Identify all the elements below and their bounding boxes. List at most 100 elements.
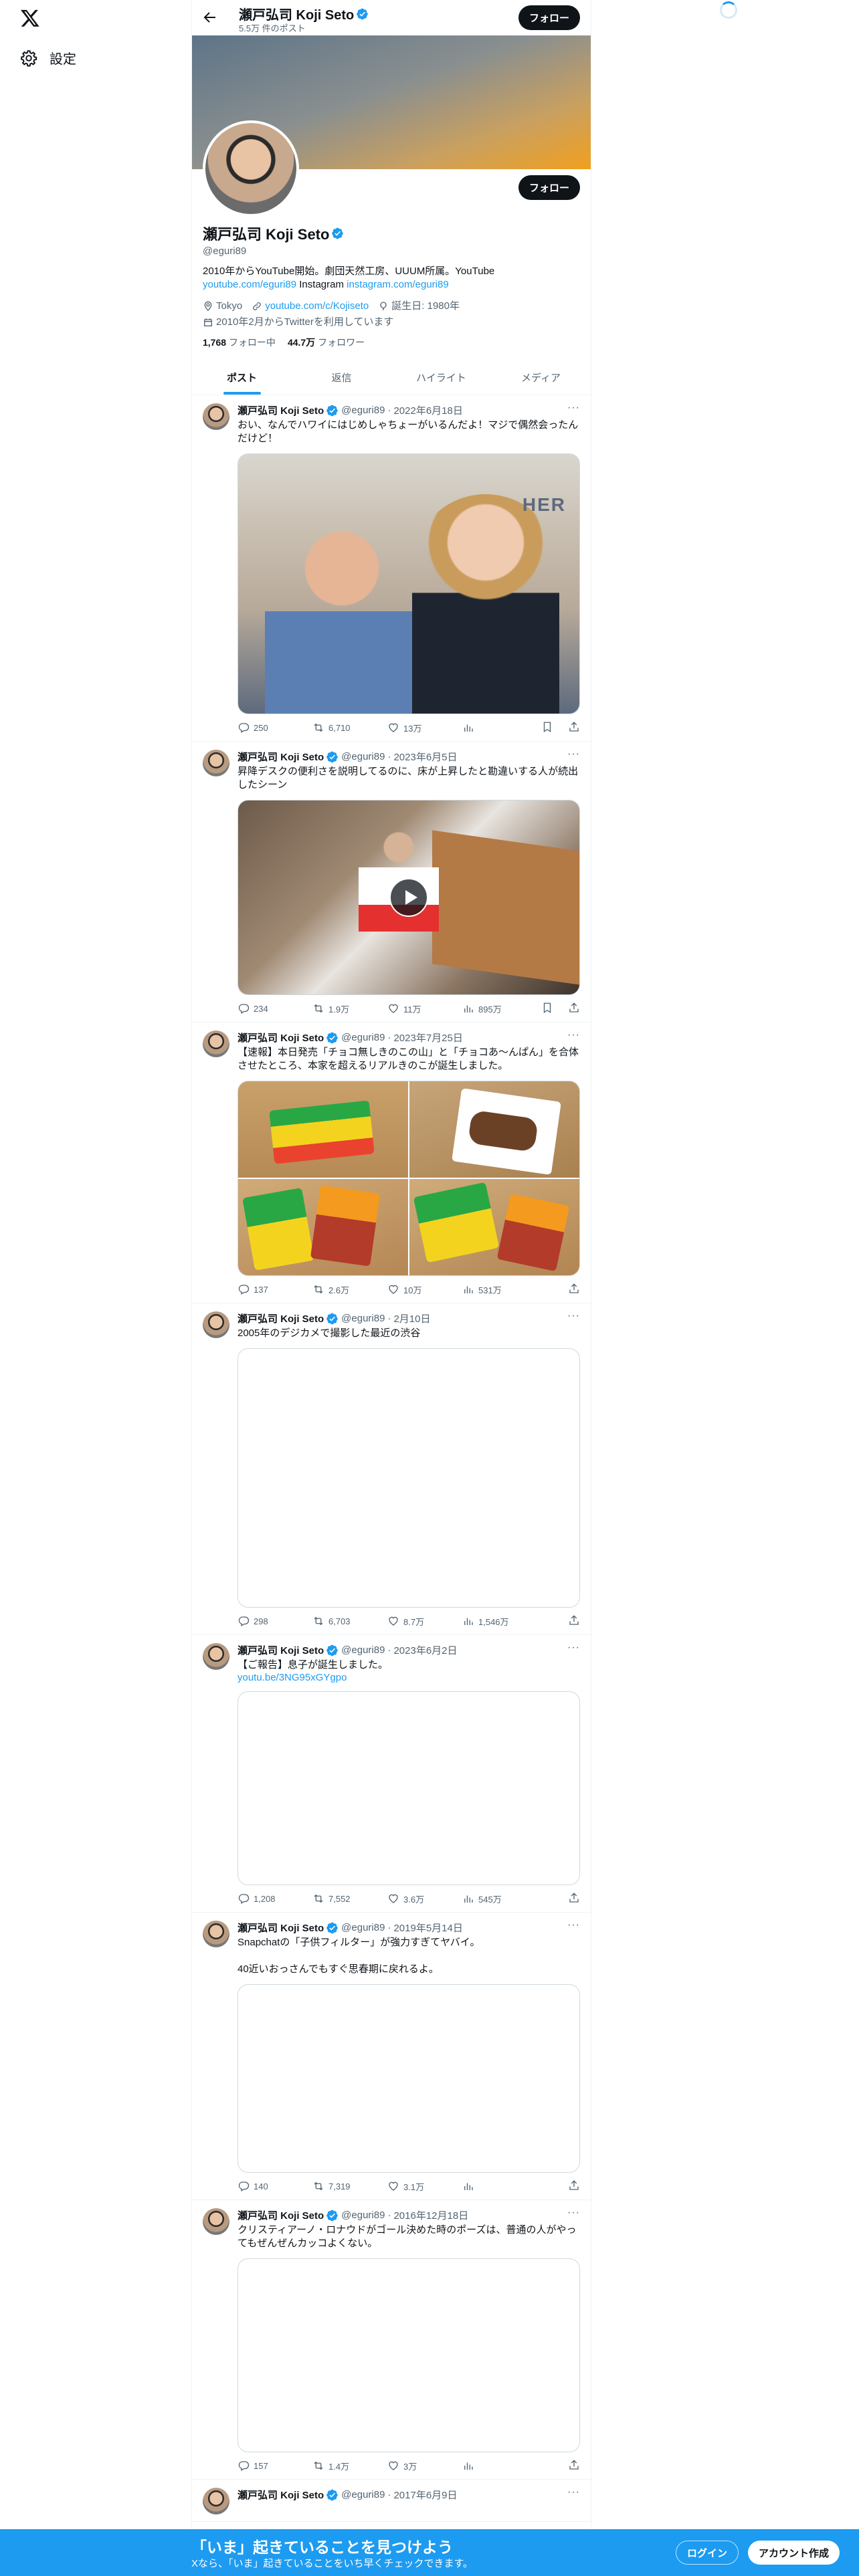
tweet-avatar[interactable] xyxy=(203,750,229,776)
tweet-photo[interactable] xyxy=(409,1179,579,1275)
tweet-date[interactable]: 2023年6月2日 xyxy=(393,1643,457,1657)
bookmark-button[interactable] xyxy=(541,721,553,735)
more-options-icon[interactable]: ··· xyxy=(567,2207,580,2219)
tweet-author-handle[interactable]: @eguri89 xyxy=(341,1313,385,1324)
retweet-button[interactable]: 6,703 xyxy=(312,1615,387,1627)
tweet-author-name[interactable]: 瀬戸弘司 Koji Seto xyxy=(237,2208,324,2222)
like-button[interactable]: 3万 xyxy=(387,2460,462,2472)
tweet-date[interactable]: 2019年5月14日 xyxy=(393,1921,462,1935)
retweet-button[interactable]: 2.6万 xyxy=(312,1283,387,1296)
bio-youtube-link[interactable]: youtube.com/eguri89 xyxy=(203,279,296,290)
bookmark-button[interactable] xyxy=(541,1002,553,1016)
tweet-link[interactable]: youtu.be/3NG95xGYgpo xyxy=(237,1672,580,1683)
more-options-icon[interactable]: ··· xyxy=(567,402,580,414)
more-options-icon[interactable]: ··· xyxy=(567,1029,580,1041)
tweet-author-handle[interactable]: @eguri89 xyxy=(341,1644,385,1656)
website-link[interactable]: youtube.com/c/Kojiseto xyxy=(265,300,369,313)
tweet-date[interactable]: 2023年6月5日 xyxy=(393,750,457,764)
tweet[interactable]: 瀬戸弘司 Koji Seto @eguri89 · 2019年5月14日 Snapcha… xyxy=(192,1913,591,2200)
tweet-author-handle[interactable]: @eguri89 xyxy=(341,2210,385,2221)
more-options-icon[interactable]: ··· xyxy=(567,1919,580,1931)
tweet-avatar[interactable] xyxy=(203,1643,229,1670)
more-options-icon[interactable]: ··· xyxy=(567,2486,580,2498)
tweet-author-name[interactable]: 瀬戸弘司 Koji Seto xyxy=(237,403,324,417)
tweet-author-handle[interactable]: @eguri89 xyxy=(341,1032,385,1043)
profile-avatar[interactable] xyxy=(203,120,299,217)
like-button[interactable]: 13万 xyxy=(387,722,462,734)
tweet-author-handle[interactable]: @eguri89 xyxy=(341,751,385,762)
like-button[interactable]: 3.6万 xyxy=(387,1893,462,1905)
views-button[interactable] xyxy=(462,722,537,734)
retweet-button[interactable]: 6,710 xyxy=(312,722,387,734)
tweet[interactable]: 瀬戸弘司 Koji Seto @eguri89 · 2023年6月2日 【ご報告】息子が… xyxy=(192,1635,591,1913)
tweet-avatar[interactable] xyxy=(203,403,229,430)
reply-button[interactable]: 140 xyxy=(237,2180,312,2192)
tweet-author-name[interactable]: 瀬戸弘司 Koji Seto xyxy=(237,1643,324,1657)
share-button[interactable] xyxy=(568,1892,580,1906)
more-options-icon[interactable]: ··· xyxy=(567,1310,580,1322)
tweet-author-name[interactable]: 瀬戸弘司 Koji Seto xyxy=(237,750,324,764)
views-button[interactable] xyxy=(462,2460,537,2472)
tweet-photo[interactable] xyxy=(238,1179,408,1275)
tweet-author-handle[interactable]: @eguri89 xyxy=(341,2489,385,2500)
tweet[interactable]: 瀬戸弘司 Koji Seto @eguri89 · 2023年7月25日 【速報】本日発… xyxy=(192,1023,591,1303)
topbar-follow-button[interactable]: フォロー xyxy=(518,5,580,30)
following-stat[interactable]: 1,768 フォロー中 xyxy=(203,336,276,349)
tweet[interactable]: 瀬戸弘司 Koji Seto @eguri89 · 2月10日 2005年のデジカメで撮… xyxy=(192,1303,591,1635)
bio-instagram-link[interactable]: instagram.com/eguri89 xyxy=(347,279,449,290)
profile-follow-button[interactable]: フォロー xyxy=(518,175,580,200)
tweet-date[interactable]: 2023年7月25日 xyxy=(393,1031,462,1045)
tab-media[interactable]: メディア xyxy=(491,360,591,395)
tweet-date[interactable]: 2017年6月9日 xyxy=(393,2488,457,2502)
retweet-button[interactable]: 1.4万 xyxy=(312,2460,387,2472)
share-button[interactable] xyxy=(568,1002,580,1016)
tweet[interactable]: 瀬戸弘司 Koji Seto @eguri89 · 2022年6月18日 おい、なんでハ… xyxy=(192,395,591,742)
followers-stat[interactable]: 44.7万 フォロワー xyxy=(288,336,365,349)
like-button[interactable]: 10万 xyxy=(387,1283,462,1296)
tab-posts[interactable]: ポスト xyxy=(192,360,292,395)
share-button[interactable] xyxy=(568,721,580,735)
share-button[interactable] xyxy=(568,1614,580,1628)
tweet[interactable]: 瀬戸弘司 Koji Seto @eguri89 · 2017年6月9日 ··· xyxy=(192,2480,591,2522)
tweet-date[interactable]: 2022年6月18日 xyxy=(393,403,462,417)
views-button[interactable]: 545万 xyxy=(462,1893,537,1905)
more-options-icon[interactable]: ··· xyxy=(567,748,580,760)
tweet-avatar[interactable] xyxy=(203,2208,229,2235)
tweet-photo[interactable] xyxy=(238,1081,408,1178)
retweet-button[interactable]: 7,319 xyxy=(312,2180,387,2192)
tweet-author-name[interactable]: 瀬戸弘司 Koji Seto xyxy=(237,1311,324,1325)
tweet-video[interactable] xyxy=(237,1984,580,2173)
reply-button[interactable]: 1,208 xyxy=(237,1893,312,1905)
x-logo-icon[interactable] xyxy=(20,8,40,28)
login-button[interactable]: ログイン xyxy=(676,2541,739,2565)
tweet-author-name[interactable]: 瀬戸弘司 Koji Seto xyxy=(237,1031,324,1045)
tweet-avatar[interactable] xyxy=(203,1031,229,1057)
like-button[interactable]: 8.7万 xyxy=(387,1615,462,1628)
reply-button[interactable]: 298 xyxy=(237,1615,312,1627)
more-options-icon[interactable]: ··· xyxy=(567,1642,580,1654)
tweet-photo[interactable] xyxy=(409,1081,579,1178)
tweet-author-handle[interactable]: @eguri89 xyxy=(341,405,385,416)
tweet-video[interactable] xyxy=(237,1348,580,1608)
back-arrow-icon[interactable] xyxy=(201,9,217,25)
like-button[interactable]: 11万 xyxy=(387,1002,462,1015)
reply-button[interactable]: 157 xyxy=(237,2460,312,2472)
tweet-author-name[interactable]: 瀬戸弘司 Koji Seto xyxy=(237,1921,324,1935)
reply-button[interactable]: 137 xyxy=(237,1283,312,1295)
tweet-photo[interactable]: HER xyxy=(237,453,580,714)
views-button[interactable]: 531万 xyxy=(462,1283,537,1296)
retweet-button[interactable]: 7,552 xyxy=(312,1893,387,1905)
share-button[interactable] xyxy=(568,1283,580,1297)
tweet[interactable]: 瀬戸弘司 Koji Seto @eguri89 · 2023年6月5日 昇降デスクの便利… xyxy=(192,742,591,1023)
share-button[interactable] xyxy=(568,2179,580,2193)
play-icon[interactable] xyxy=(389,878,428,917)
tweet-video[interactable] xyxy=(237,1691,580,1885)
tweet-author-name[interactable]: 瀬戸弘司 Koji Seto xyxy=(237,2488,324,2502)
retweet-button[interactable]: 1.9万 xyxy=(312,1002,387,1015)
tweet-avatar[interactable] xyxy=(203,1921,229,1947)
create-account-button[interactable]: アカウント作成 xyxy=(748,2541,840,2565)
views-button[interactable]: 1,546万 xyxy=(462,1615,537,1628)
like-button[interactable]: 3.1万 xyxy=(387,2180,462,2193)
views-button[interactable] xyxy=(462,2180,537,2192)
share-button[interactable] xyxy=(568,2459,580,2473)
